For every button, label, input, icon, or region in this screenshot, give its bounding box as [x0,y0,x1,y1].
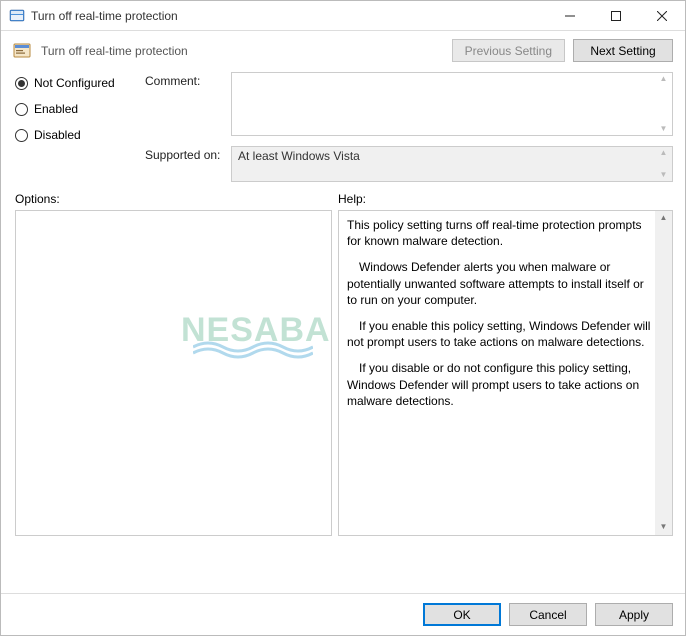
radio-label: Enabled [34,102,78,116]
state-radio-group: Not Configured Enabled Disabled [15,72,145,142]
window-title: Turn off real-time protection [31,9,547,23]
titlebar: Turn off real-time protection [1,1,685,31]
scrollbar[interactable]: ▲ ▼ [655,73,672,135]
close-button[interactable] [639,1,685,30]
radio-icon [15,103,28,116]
panes-container: This policy setting turns off real-time … [1,210,685,536]
cancel-button[interactable]: Cancel [509,603,587,626]
policy-title: Turn off real-time protection [41,44,442,58]
radio-icon [15,129,28,142]
scroll-down-icon: ▼ [660,522,668,533]
scroll-up-icon: ▲ [660,149,668,157]
scrollbar[interactable]: ▲ ▼ [655,211,672,535]
options-label: Options: [15,192,338,206]
scroll-down-icon: ▼ [660,125,668,133]
previous-setting-button: Previous Setting [452,39,565,62]
window-controls [547,1,685,30]
scroll-up-icon: ▲ [660,213,668,224]
policy-icon [13,42,31,60]
scroll-down-icon: ▼ [660,171,668,179]
radio-enabled[interactable]: Enabled [15,102,145,116]
help-text: This policy setting turns off real-time … [347,217,652,249]
maximize-button[interactable] [593,1,639,30]
policy-app-icon [9,8,25,24]
scroll-up-icon: ▲ [660,75,668,83]
options-pane [15,210,332,536]
help-text: Windows Defender alerts you when malware… [347,259,652,308]
help-pane: This policy setting turns off real-time … [338,210,673,536]
radio-label: Not Configured [34,76,115,90]
supported-value: At least Windows Vista [238,149,360,163]
supported-on-field: At least Windows Vista ▲ ▼ [231,146,673,182]
radio-label: Disabled [34,128,81,142]
policy-header: Turn off real-time protection Previous S… [1,31,685,66]
help-label: Help: [338,192,366,206]
apply-button[interactable]: Apply [595,603,673,626]
help-text: If you disable or do not configure this … [347,360,652,409]
dialog-footer: OK Cancel Apply [1,593,685,635]
scrollbar: ▲ ▼ [655,147,672,181]
radio-icon [15,77,28,90]
comment-input[interactable]: ▲ ▼ [231,72,673,136]
help-text: If you enable this policy setting, Windo… [347,318,652,350]
config-grid: Not Configured Enabled Disabled Comment:… [1,66,685,188]
radio-not-configured[interactable]: Not Configured [15,76,145,90]
pane-labels: Options: Help: [1,188,685,210]
minimize-button[interactable] [547,1,593,30]
comment-label: Comment: [145,72,231,88]
ok-button[interactable]: OK [423,603,501,626]
next-setting-button[interactable]: Next Setting [573,39,673,62]
supported-label: Supported on: [145,146,231,162]
radio-disabled[interactable]: Disabled [15,128,145,142]
